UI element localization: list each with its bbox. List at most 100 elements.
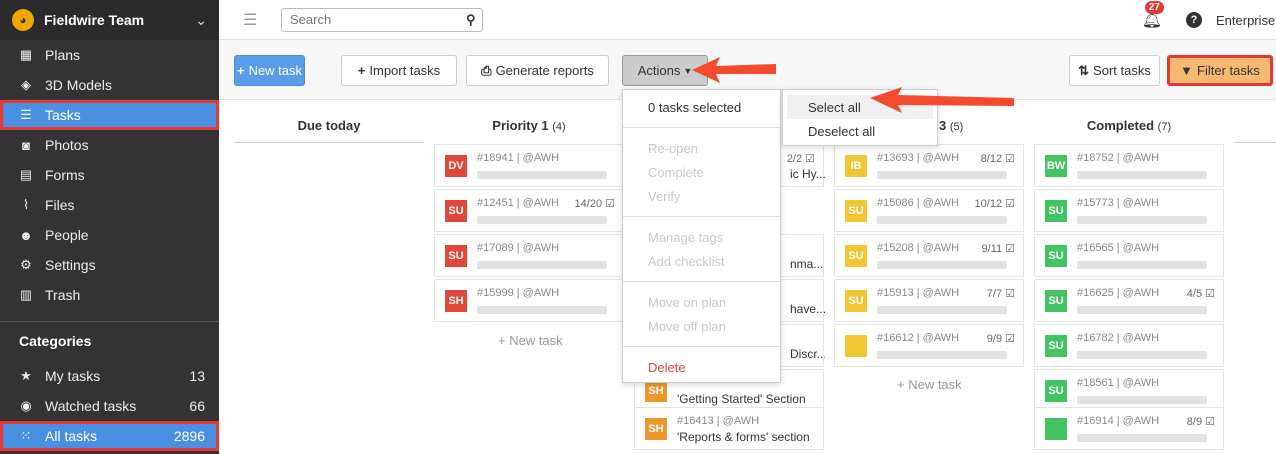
menu-divider (623, 346, 780, 347)
column-count: (7) (1157, 121, 1172, 133)
task-id: #16782 | @AWH (1077, 332, 1160, 344)
column-count: (5) (949, 121, 964, 133)
search-box[interactable]: ⚲ (281, 7, 483, 32)
task-id: #15086 | @AWH (877, 197, 960, 209)
assignee-avatar: SU (1045, 290, 1067, 312)
task-id: #15999 | @AWH (477, 287, 560, 299)
task-card[interactable]: IB #13693 | @AWH 8/12 ☑ (834, 144, 1024, 187)
cube-icon: ◈ (21, 77, 31, 92)
filter-tasks-button[interactable]: ▼ Filter tasks (1167, 55, 1273, 86)
task-id: #15208 | @AWH (877, 242, 960, 254)
task-card[interactable]: SU #12451 | @AWH 14/20 ☑ (434, 189, 624, 232)
generate-reports-button[interactable]: ⎙ Generate reports (466, 55, 609, 86)
task-card[interactable]: SU #16625 | @AWH 4/5 ☑ (1034, 279, 1224, 322)
search-icon[interactable]: ⚲ (466, 12, 476, 28)
task-card[interactable]: SU #16782 | @AWH (1034, 324, 1224, 367)
task-title-redacted (1077, 306, 1207, 314)
menu-item-add-checklist: Add checklist (648, 253, 725, 269)
task-card[interactable]: SU #16565 | @AWH (1034, 234, 1224, 277)
printer-icon: ⎙ (481, 62, 492, 78)
button-label: Filter tasks (1197, 63, 1260, 78)
sidebar-item-people[interactable]: ☻ People (0, 220, 219, 250)
checklist-count: 14/20 ☑ (574, 198, 615, 210)
sidebar-item-plans[interactable]: ▦ Plans (0, 40, 219, 70)
import-tasks-button[interactable]: + Import tasks (341, 55, 457, 86)
sidebar-item-label: People (45, 227, 89, 243)
category-watched-tasks[interactable]: ◉ Watched tasks 66 (0, 391, 219, 421)
category-my-tasks[interactable]: ★ My tasks 13 (0, 361, 219, 391)
task-id: #18561 | @AWH (1077, 377, 1160, 389)
sidebar-item-photos[interactable]: ◙ Photos (0, 130, 219, 160)
categories-heading: Categories (19, 333, 92, 349)
checklist-count-value: 2/2 (786, 153, 803, 165)
sidebar-item-tasks[interactable]: ☰ Tasks (0, 100, 219, 130)
sidebar-item-files[interactable]: ⌇ Files (0, 190, 219, 220)
assignee-avatar: SH (445, 290, 467, 312)
category-all-tasks[interactable]: ⁙ All tasks 2896 (0, 421, 219, 451)
task-title-redacted (877, 306, 1007, 314)
category-count: 13 (189, 368, 205, 384)
assignee-avatar (1045, 418, 1067, 440)
new-task-link[interactable]: + New task (498, 333, 563, 348)
assignee-avatar: SU (445, 245, 467, 267)
assignee-avatar: SU (445, 200, 467, 222)
assignee-avatar: SU (1045, 200, 1067, 222)
assignee-avatar: SH (645, 418, 667, 440)
task-card[interactable]: SH #15999 | @AWH (434, 279, 624, 322)
assignee-avatar (845, 335, 867, 357)
assignee-avatar: SU (1045, 245, 1067, 267)
task-card[interactable]: BW #18752 | @AWH (1034, 144, 1224, 187)
menu-item-delete[interactable]: Delete (623, 355, 780, 379)
task-card[interactable]: SU #15208 | @AWH 9/11 ☑ (834, 234, 1024, 277)
task-title: ic Hy... (790, 167, 825, 181)
task-title: 'Reports & forms' section (677, 430, 810, 444)
column-count: (4) (552, 121, 566, 133)
task-card[interactable]: SU #15773 | @AWH (1034, 189, 1224, 232)
task-card[interactable]: SH #16413 | @AWH 'Reports & forms' section (634, 407, 824, 450)
column-header-due-today: Due today (234, 118, 424, 133)
assignee-avatar: SU (1045, 380, 1067, 402)
checklist-count-value: 8/9 (1186, 416, 1203, 428)
topbar: ☰ ⚲ 🔔︎27 ? Enterprise (219, 0, 1276, 40)
category-label: Watched tasks (45, 398, 137, 414)
sidebar-item-settings[interactable]: ⚙ Settings (0, 250, 219, 280)
new-task-link[interactable]: + New task (897, 377, 962, 392)
task-card[interactable]: DV #18941 | @AWH (434, 144, 624, 187)
task-card[interactable]: SU #17089 | @AWH (434, 234, 624, 277)
sidebar-item-forms[interactable]: ▤ Forms (0, 160, 219, 190)
plan-label[interactable]: Enterprise (1216, 13, 1276, 28)
hamburger-menu-icon[interactable]: ☰ (243, 10, 261, 30)
button-label: New task (248, 63, 303, 78)
task-card[interactable]: SU #15913 | @AWH 7/7 ☑ (834, 279, 1024, 322)
fieldwire-logo-icon: ◕ (12, 9, 34, 31)
help-icon[interactable]: ? (1186, 12, 1202, 28)
paperclip-icon: ⌇ (22, 197, 30, 212)
task-title-redacted (877, 171, 1007, 179)
menu-divider (623, 216, 780, 217)
team-switcher[interactable]: ◕ Fieldwire Team ⌄ (0, 0, 219, 40)
task-card[interactable]: SU #15086 | @AWH 10/12 ☑ (834, 189, 1024, 232)
checklist-count: 8/12 ☑ (980, 153, 1015, 165)
assignee-avatar: SU (845, 245, 867, 267)
assignee-avatar: BW (1045, 155, 1067, 177)
search-input[interactable] (290, 12, 466, 27)
sidebar-item-3d-models[interactable]: ◈ 3D Models (0, 70, 219, 100)
assignee-avatar: IB (845, 155, 867, 177)
category-label: My tasks (45, 368, 101, 384)
task-card[interactable]: #16914 | @AWH 8/9 ☑ (1034, 407, 1224, 450)
task-card[interactable]: #16612 | @AWH 9/9 ☑ (834, 324, 1024, 367)
task-card[interactable]: SU #18561 | @AWH (1034, 369, 1224, 412)
new-task-button[interactable]: + New task (234, 55, 305, 86)
task-id: #18941 | @AWH (477, 152, 560, 164)
sort-tasks-button[interactable]: ⇅ Sort tasks (1069, 55, 1160, 86)
deselect-all-option[interactable]: Deselect all (783, 119, 937, 143)
sort-icon: ⇅ (1078, 62, 1090, 78)
task-id: #16625 | @AWH (1077, 287, 1160, 299)
task-title-redacted (1077, 216, 1207, 224)
sidebar-item-trash[interactable]: ▥ Trash (0, 280, 219, 310)
notifications-bell-icon[interactable]: 🔔︎ 27 (1142, 1, 1164, 30)
menu-divider (623, 127, 780, 128)
actions-menu: 0 tasks selected Re-open Complete Verify… (622, 89, 781, 383)
task-id: #16413 | @AWH (677, 415, 760, 427)
checklist-count: 10/12 ☑ (974, 198, 1015, 210)
